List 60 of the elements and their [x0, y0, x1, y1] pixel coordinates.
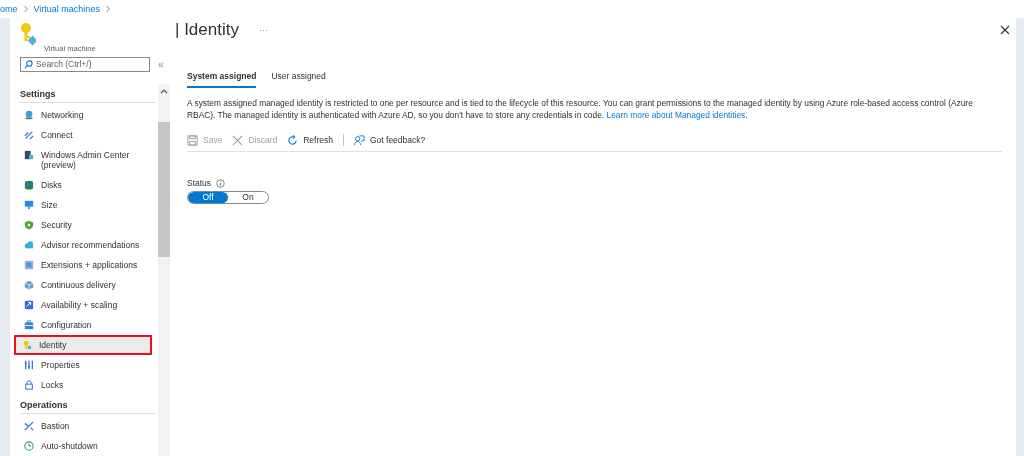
- nav-item[interactable]: Extensions + applications: [20, 255, 156, 275]
- feedback-button[interactable]: Got feedback?: [353, 134, 426, 146]
- nav-item[interactable]: Networking: [20, 105, 156, 125]
- nav-item[interactable]: Configuration: [20, 315, 156, 335]
- clock-icon: [24, 441, 34, 451]
- server-icon: [24, 150, 34, 160]
- feedback-icon: [353, 134, 365, 146]
- key-icon: [20, 22, 36, 46]
- toggle-option[interactable]: On: [228, 192, 268, 203]
- globe-icon: [24, 110, 34, 120]
- more-button[interactable]: ···: [258, 25, 268, 35]
- sliders-icon: [24, 360, 34, 370]
- nav-item[interactable]: Advisor recommendations: [20, 235, 156, 255]
- scrollbar[interactable]: [158, 84, 170, 456]
- nav-item[interactable]: Connect: [20, 125, 156, 145]
- breadcrumb-link[interactable]: ome: [0, 4, 18, 14]
- toggle-option[interactable]: Off: [188, 192, 228, 203]
- section-heading: Settings: [20, 86, 156, 103]
- nav-item[interactable]: Size: [20, 195, 156, 215]
- status-label: Status: [187, 178, 212, 188]
- search-icon: [24, 59, 33, 69]
- nav-item[interactable]: Properties: [20, 355, 156, 375]
- cloud-icon: [24, 240, 34, 250]
- cross-icon: [24, 421, 34, 431]
- nav-item[interactable]: Identity: [14, 335, 152, 355]
- monitor-icon: [24, 200, 34, 210]
- link-icon: [24, 130, 34, 140]
- scrollbar-thumb[interactable]: [158, 122, 170, 257]
- collapse-button[interactable]: «: [158, 58, 164, 70]
- nav-item[interactable]: Windows Admin Center (preview): [20, 145, 156, 175]
- close-icon: [232, 134, 244, 146]
- search-field[interactable]: Search (Ctrl+/): [20, 56, 150, 72]
- nav-item[interactable]: Security: [20, 215, 156, 235]
- page-title: | Identity: [175, 20, 239, 40]
- breadcrumb-link[interactable]: Virtual machines: [33, 4, 100, 14]
- close-icon[interactable]: [1000, 25, 1010, 35]
- save-icon: [187, 134, 198, 146]
- refresh-icon: [287, 134, 299, 146]
- nav-item[interactable]: Auto-shutdown: [20, 436, 156, 456]
- scale-icon: [24, 300, 34, 310]
- nav-item[interactable]: Disks: [20, 175, 156, 195]
- tab[interactable]: System assigned: [187, 68, 257, 88]
- extension-icon: [24, 260, 34, 270]
- nav-item[interactable]: Bastion: [20, 416, 156, 436]
- section-heading: Operations: [20, 397, 156, 414]
- briefcase-icon: [24, 320, 34, 330]
- cube-icon: [24, 280, 34, 290]
- description-text: A system assigned managed identity is restricted to one per resource and is tied to the lifecycle of this resource. You can grant permissions to the managed identity by using Azure role-based access control (Azure RBAC). The managed identity is authenticated with Azure AD, so you don't have to store any credentials in code. Learn more about Managed identities.: [187, 98, 974, 121]
- tab[interactable]: User assigned: [271, 68, 326, 88]
- nav-item[interactable]: Continuous delivery: [20, 275, 156, 295]
- scroll-up-icon: [160, 88, 168, 94]
- chevron-icon: [22, 5, 29, 13]
- nav-item[interactable]: Locks: [20, 375, 156, 395]
- refresh-button[interactable]: Refresh: [287, 134, 333, 146]
- nav-item[interactable]: Availability + scaling: [20, 295, 156, 315]
- chevron-icon: [104, 5, 111, 13]
- lock-icon: [24, 380, 34, 390]
- key-icon: [22, 340, 32, 350]
- info-icon: [216, 178, 226, 188]
- shield-icon: [24, 220, 34, 230]
